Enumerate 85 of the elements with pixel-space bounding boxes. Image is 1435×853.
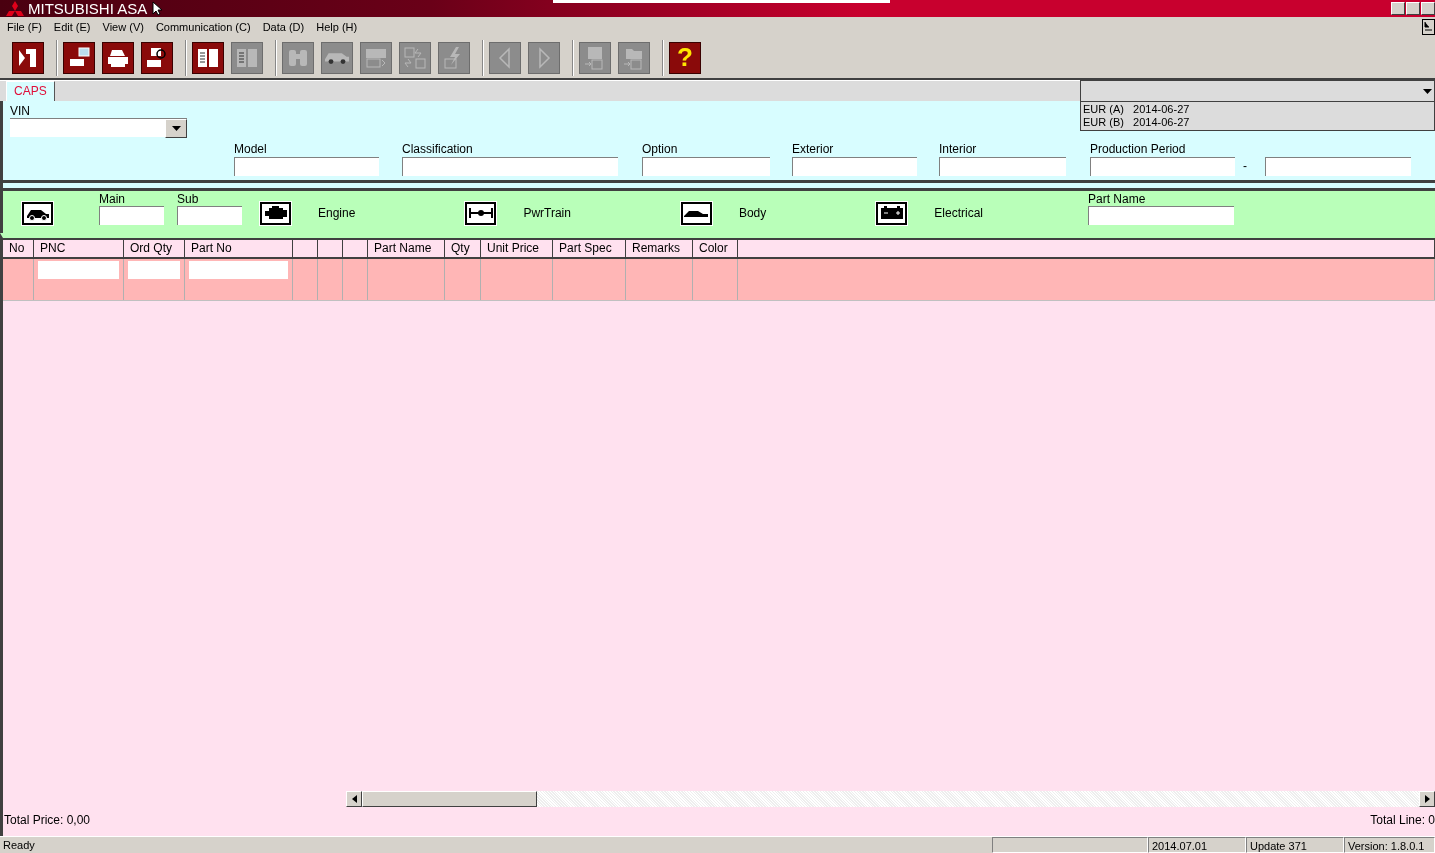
field-label: Model [234,142,268,156]
close-button[interactable] [1421,2,1435,15]
toolbar-button[interactable] [63,41,95,74]
group-label: Electrical [934,206,983,220]
vin-combobox[interactable] [10,118,187,137]
input-field[interactable] [642,157,770,176]
field-label: VIN [10,104,30,118]
input-field[interactable] [177,205,242,225]
window-title: MITSUBISHI ASA [28,0,148,17]
toolbar-button[interactable] [102,41,134,74]
dropdown-arrow-icon [1422,88,1432,94]
tab[interactable]: CAPS [6,81,55,101]
menu-item[interactable]: Help (H) [316,21,358,33]
column-header: Qty [445,240,481,257]
print-preview-icon [145,45,169,70]
column-header: PNC [34,240,124,257]
minimize-button[interactable] [1391,2,1405,15]
group-label: Body [738,206,767,220]
field-label: Option [642,142,679,156]
column-header: Color [693,240,738,257]
group-button[interactable] [465,201,497,225]
input-field[interactable] [1090,157,1235,176]
field-label: Main [99,191,126,206]
field-label: Sub [177,191,200,206]
column-header: Part Spec [553,240,626,257]
input-field[interactable] [234,157,379,176]
toolbar-button[interactable] [141,41,173,74]
list-item[interactable]: EUR (A) 2014-06-27 [1083,103,1432,116]
field-label: Classification [402,142,474,156]
group-button[interactable] [260,201,291,225]
input-field[interactable] [939,157,1066,176]
cell-input[interactable] [189,261,288,279]
total-price: Total Price: 0,00 [4,813,91,827]
input-field[interactable] [1088,205,1234,225]
swap-documents-icon [403,45,427,70]
menu-item[interactable]: Edit (E) [53,21,91,33]
toolbar-button[interactable]: ? [669,41,701,74]
group-button[interactable] [876,201,908,225]
cell-input[interactable] [38,261,119,279]
menu-item[interactable]: Data (D) [262,21,305,33]
range-separator: - [1243,159,1247,173]
status-text: Update 371 [1246,837,1344,853]
menu-item[interactable]: Communication (C) [155,21,251,33]
field-label: Interior [939,142,978,156]
total-line: Total Line: 0 [1370,813,1435,827]
column-header: No [3,240,34,257]
scroll-thumb[interactable] [362,791,537,807]
list-item[interactable]: EUR (B) 2014-06-27 [1083,116,1432,129]
restore-button[interactable] [1406,2,1420,15]
horizontal-scrollbar[interactable] [346,791,1435,807]
axle-icon [467,205,494,221]
field-label: Exterior [792,142,835,156]
group-button[interactable] [680,201,712,225]
column-header: Part No [185,240,293,257]
mouse-cursor-icon [152,1,163,16]
cell-input[interactable] [128,261,180,279]
catalog-dropdown[interactable] [1080,80,1435,101]
menu-item[interactable]: File (F) [7,21,42,33]
input-field[interactable] [99,205,164,225]
field-label: Part Name [1088,191,1147,206]
toolbar-button[interactable] [192,41,224,74]
car-icon [325,51,349,64]
status-text: Ready [2,838,36,853]
app-logo-icon [1422,19,1435,35]
field-label: Production Period [1090,142,1187,156]
column-header: Ord Qty [124,240,185,257]
menu-item[interactable]: View (V) [102,21,144,33]
column-header: Unit Price [481,240,553,257]
group-label: Engine [318,206,356,220]
scroll-right-icon [1424,795,1430,803]
status-text: 2014.07.01 [1148,837,1246,853]
diamonds-logo-icon [6,1,24,16]
battery-icon [878,205,905,221]
group-label: PwrTrain [523,206,571,220]
input-field[interactable] [792,157,917,176]
scroll-left-icon [351,795,357,803]
group-button[interactable] [22,201,53,225]
column-header: Remarks [626,240,693,257]
input-field[interactable] [402,157,618,176]
column-header: Part Name [368,240,445,257]
input-field[interactable] [1265,157,1411,176]
dropdown-arrow-icon [171,126,181,131]
status-text: Version: 1.8.0.1 [1344,837,1435,853]
engine-icon [262,205,289,221]
toolbar-button[interactable] [12,41,44,74]
